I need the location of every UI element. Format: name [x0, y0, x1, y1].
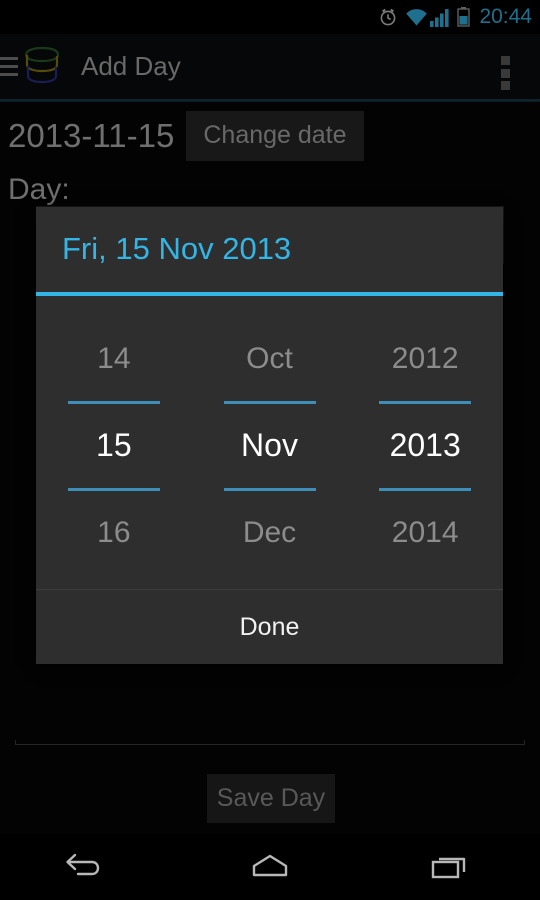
- year-picker-previous[interactable]: 2012: [347, 317, 503, 401]
- month-picker-next[interactable]: Dec: [192, 491, 348, 575]
- back-icon[interactable]: [35, 834, 145, 900]
- done-button[interactable]: Done: [36, 590, 503, 664]
- month-picker-selected[interactable]: Nov: [192, 404, 348, 488]
- dialog-header: Fri, 15 Nov 2013: [36, 207, 503, 296]
- date-picker-dialog: Fri, 15 Nov 2013 14 15 16 Oct Nov Dec 20…: [36, 207, 503, 664]
- day-picker[interactable]: 14 15 16: [36, 302, 192, 589]
- month-picker[interactable]: Oct Nov Dec: [192, 302, 348, 589]
- day-picker-next[interactable]: 16: [36, 491, 192, 575]
- month-picker-previous[interactable]: Oct: [192, 317, 348, 401]
- year-picker[interactable]: 2012 2013 2014: [347, 302, 503, 589]
- recents-icon[interactable]: [395, 834, 505, 900]
- dialog-header-divider: [36, 292, 503, 296]
- year-picker-next[interactable]: 2014: [347, 491, 503, 575]
- day-picker-selected[interactable]: 15: [36, 404, 192, 488]
- day-picker-previous[interactable]: 14: [36, 317, 192, 401]
- dialog-footer: Done: [36, 589, 503, 664]
- device-screen: 20:44 Add Day 2013-11-15 Change date Day…: [0, 0, 540, 900]
- navigation-bar: [0, 834, 540, 900]
- date-picker-spinners: 14 15 16 Oct Nov Dec 2012 2013 2014: [36, 294, 503, 589]
- dialog-header-date: Fri, 15 Nov 2013: [62, 231, 292, 266]
- home-icon[interactable]: [215, 834, 325, 900]
- year-picker-selected[interactable]: 2013: [347, 404, 503, 488]
